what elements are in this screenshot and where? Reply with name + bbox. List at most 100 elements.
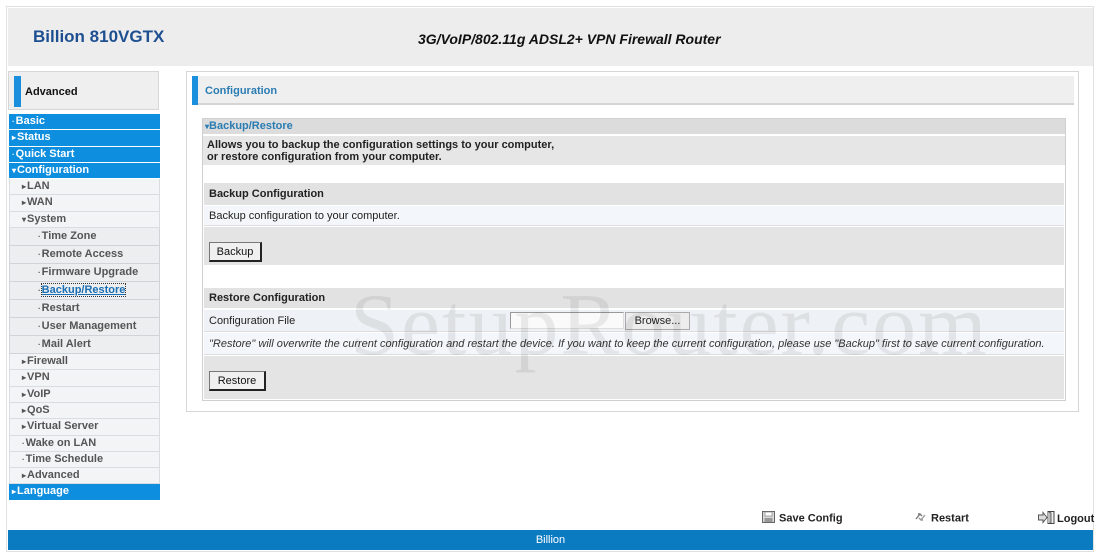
sidebar-item-label: Time Schedule (25, 452, 104, 465)
configuration-file-input[interactable] (510, 312, 624, 329)
backup-heading: Backup Configuration (204, 183, 1064, 205)
sidebar-item-status[interactable]: ▸Status (9, 130, 160, 147)
bullet-icon: · (22, 438, 25, 448)
bullet-icon: · (38, 268, 41, 278)
description-line-2: or restore configuration from your compu… (207, 151, 442, 163)
sidebar-item-vpn[interactable]: ▸VPN (9, 370, 160, 387)
sidebar-item-label: Language (17, 485, 69, 498)
mode-accent-bar (14, 76, 21, 107)
sidebar-item-label: Firewall (27, 355, 68, 368)
sidebar-item-label: VPN (27, 371, 50, 384)
bullet-icon: · (38, 322, 41, 332)
restore-button[interactable]: Restore (209, 371, 266, 391)
bullet-icon: · (38, 340, 41, 350)
browse-button[interactable]: Browse... (625, 312, 690, 330)
sidebar-item-system[interactable]: ▾System (9, 211, 160, 229)
bullet-icon: · (22, 454, 25, 464)
chevron-down-icon: ▾ (12, 165, 17, 175)
brand-title: Billion 810VGTX (33, 27, 165, 46)
sidebar-item-label: QoS (27, 403, 50, 416)
restart-label: Restart (931, 512, 969, 525)
footer-text: Billion (535, 534, 566, 546)
sidebar-item-user-management[interactable]: ·User Management (9, 318, 160, 337)
restore-warning: "Restore" will overwrite the current con… (204, 333, 1064, 355)
configuration-file-label: Configuration File (209, 315, 296, 327)
mode-indicator: Advanced (8, 71, 159, 110)
bullet-icon: · (38, 304, 41, 314)
sidebar-item-label: System (27, 212, 67, 225)
sidebar-item-basic[interactable]: ·Basic (9, 114, 160, 131)
header: Billion 810VGTX 3G/VoIP/802.11g ADSL2+ V… (8, 8, 1093, 66)
sidebar-item-backup-restore[interactable]: ·Backup/Restore (9, 282, 160, 301)
sidebar-item-label: Restart (41, 302, 80, 315)
logout-link[interactable]: Logout (1038, 511, 1094, 527)
bullet-icon: · (38, 286, 41, 296)
sidebar-item-advanced[interactable]: ▸Advanced (9, 468, 160, 485)
chevron-right-icon: ▸ (22, 422, 27, 432)
save-config-label: Save Config (779, 512, 843, 525)
mode-label: Advanced (25, 86, 78, 98)
sidebar-item-label: LAN (27, 180, 50, 193)
sidebar-item-qos[interactable]: ▸QoS (9, 402, 160, 420)
sidebar-item-time-zone[interactable]: ·Time Zone (9, 228, 160, 247)
sidebar-item-wan[interactable]: ▸WAN (9, 195, 160, 212)
sidebar-item-label: Time Zone (41, 230, 97, 243)
sidebar-item-time-schedule[interactable]: ·Time Schedule (9, 451, 160, 469)
chevron-right-icon: ▸ (12, 487, 17, 497)
chevron-right-icon: ▸ (22, 182, 27, 192)
sidebar-item-virtual-server[interactable]: ▸Virtual Server (9, 419, 160, 436)
sidebar-item-label: Firmware Upgrade (41, 266, 139, 279)
backup-button[interactable]: Backup (209, 242, 262, 262)
sidebar-item-label: VoIP (27, 387, 51, 400)
save-config-link[interactable]: Save Config (762, 511, 843, 526)
chevron-right-icon: ▸ (22, 471, 27, 481)
sidebar-nav: ·Basic ▸Status ·Quick Start ▾Configuration ▸… (9, 114, 160, 501)
restart-arrows-icon (914, 511, 927, 526)
backup-restore-panel: ▾Backup/Restore Allows you to backup the… (202, 118, 1066, 401)
restore-heading: Restore Configuration (204, 288, 1064, 308)
page-header-accent (192, 76, 198, 105)
sidebar-item-label: Backup/Restore (40, 283, 127, 298)
sidebar-item-label: Wake on LAN (25, 436, 97, 449)
sidebar-item-quick-start[interactable]: ·Quick Start (9, 146, 160, 163)
backup-text: Backup configuration to your computer. (204, 206, 1064, 226)
bullet-icon: · (12, 149, 15, 159)
sidebar-item-wake-on-lan[interactable]: ·Wake on LAN (9, 435, 160, 452)
logout-door-icon (1038, 511, 1055, 527)
backup-button-row: Backup (204, 227, 1064, 265)
chevron-right-icon: ▸ (12, 133, 17, 143)
sidebar-item-firmware-upgrade[interactable]: ·Firmware Upgrade (9, 264, 160, 283)
sidebar-item-label: Mail Alert (41, 338, 91, 351)
sidebar-item-remote-access[interactable]: ·Remote Access (9, 246, 160, 265)
chevron-right-icon: ▸ (22, 373, 27, 383)
logout-label: Logout (1057, 512, 1095, 525)
sidebar-item-mail-alert[interactable]: ·Mail Alert (9, 336, 160, 355)
sidebar-item-label: Status (17, 131, 51, 144)
section-header[interactable]: ▾Backup/Restore (203, 119, 1065, 134)
floppy-disk-icon (762, 511, 775, 526)
product-tagline: 3G/VoIP/802.11g ADSL2+ VPN Firewall Rout… (418, 31, 721, 47)
sidebar-item-lan[interactable]: ▸LAN (9, 179, 160, 196)
sidebar-item-voip[interactable]: ▸VoIP (9, 386, 160, 403)
restore-button-row: Restore (204, 356, 1064, 399)
description-line-1: Allows you to backup the configuration s… (207, 139, 555, 151)
chevron-right-icon: ▸ (22, 198, 27, 208)
sidebar-item-label: Quick Start (15, 147, 75, 160)
sidebar-item-restart[interactable]: ·Restart (9, 300, 160, 319)
sidebar-item-language[interactable]: ▸Language (9, 484, 160, 501)
sidebar-item-label: Configuration (17, 163, 90, 176)
sidebar-item-firewall[interactable]: ▸Firewall (9, 354, 160, 371)
restart-link[interactable]: Restart (914, 511, 969, 526)
sidebar-item-label: Basic (15, 115, 46, 127)
chevron-right-icon: ▸ (22, 389, 27, 399)
sidebar-item-label: WAN (27, 196, 53, 209)
restore-file-row: Configuration File Browse... (204, 310, 1064, 332)
page-header: Configuration (192, 76, 1074, 105)
sidebar-item-configuration[interactable]: ▾Configuration (9, 162, 160, 180)
bullet-icon: · (12, 117, 15, 126)
sidebar-item-label: Remote Access (41, 248, 124, 261)
chevron-right-icon: ▸ (22, 405, 27, 415)
bullet-icon: · (38, 250, 41, 260)
bullet-icon: · (38, 232, 41, 242)
sidebar-item-label: Virtual Server (27, 420, 99, 433)
